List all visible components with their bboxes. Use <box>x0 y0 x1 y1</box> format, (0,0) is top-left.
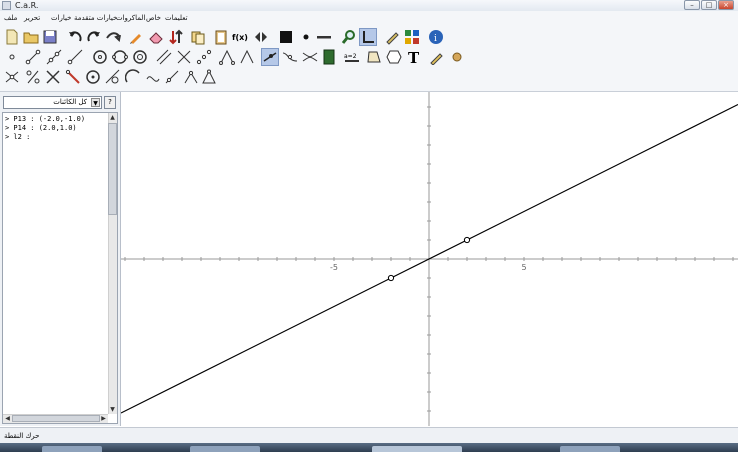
object-filter-value: كل الكائنات <box>53 98 87 106</box>
fixed-angle-icon[interactable] <box>239 49 255 65</box>
copy-icon[interactable] <box>190 29 206 45</box>
fixed-circle-icon[interactable] <box>132 49 148 65</box>
x-tick-label: -5 <box>330 263 338 272</box>
menu-edit[interactable]: تحرير <box>24 11 40 25</box>
brush-icon[interactable] <box>429 49 445 65</box>
point-p13[interactable] <box>387 274 395 282</box>
taskbar-item[interactable] <box>190 446 260 452</box>
object-filter-dropdown[interactable]: كل الكائنات ▼ <box>3 96 102 109</box>
clipboard-icon[interactable] <box>213 29 229 45</box>
move-point-icon[interactable] <box>261 48 279 66</box>
dot-icon[interactable] <box>298 29 314 45</box>
segment-tool-icon[interactable] <box>25 49 41 65</box>
orb-icon[interactable] <box>449 49 465 65</box>
midpoint-tool-icon[interactable] <box>196 49 212 65</box>
open-folder-icon[interactable] <box>23 29 39 45</box>
minimize-button[interactable]: – <box>684 0 700 10</box>
back-arrow-icon[interactable] <box>105 29 121 45</box>
equation-label: a=2 <box>344 53 357 60</box>
help-button[interactable]: ? <box>104 96 116 109</box>
sort-icon[interactable] <box>168 29 184 45</box>
list-item[interactable]: > l2 : <box>5 133 30 142</box>
formula-icon[interactable]: f(x) <box>232 29 248 45</box>
cross-tool-icon[interactable] <box>45 69 61 85</box>
perpendicular-tool-icon[interactable] <box>176 49 192 65</box>
taskbar <box>0 443 738 452</box>
thick-line-icon[interactable] <box>316 29 332 45</box>
taskbar-item[interactable] <box>42 446 102 452</box>
paint-icon[interactable] <box>128 29 144 45</box>
scroll-right-arrow[interactable]: ▶ <box>99 414 108 423</box>
x-tick-label: 5 <box>521 263 526 272</box>
list-item[interactable]: > P13 : (-2.0,-1.0) <box>5 115 85 124</box>
menu-options[interactable]: خيارات <box>51 11 72 25</box>
info-label: i <box>434 34 437 44</box>
polygon-outline-icon[interactable] <box>386 49 402 65</box>
list-item[interactable]: > P14 : (2.0,1.0) <box>5 124 77 133</box>
circle-3pt-icon[interactable] <box>112 49 128 65</box>
triangle-icon[interactable] <box>201 69 217 85</box>
intersection-icon[interactable] <box>4 69 20 85</box>
chevron-down-icon[interactable]: ▼ <box>91 98 100 107</box>
color-grid-icon[interactable] <box>404 29 420 45</box>
percent-line-icon[interactable] <box>25 69 41 85</box>
info-icon[interactable]: i <box>428 29 444 45</box>
hide-object-icon[interactable] <box>302 49 318 65</box>
object-list[interactable]: > P13 : (-2.0,-1.0) > P14 : (2.0,1.0) > … <box>2 112 118 424</box>
save-icon[interactable] <box>42 29 58 45</box>
close-button[interactable]: × <box>718 0 734 10</box>
axes-toggle-icon[interactable] <box>359 28 377 46</box>
ray-tool-icon[interactable] <box>67 49 83 65</box>
menu-help[interactable]: تعليمات <box>165 11 188 25</box>
scroll-left-arrow[interactable]: ◀ <box>3 414 12 423</box>
tangent-icon[interactable] <box>105 69 121 85</box>
new-file-icon[interactable] <box>4 29 20 45</box>
status-text: حرك النقطة <box>4 432 40 440</box>
vector-icon[interactable] <box>164 69 180 85</box>
zoom-icon[interactable] <box>341 29 357 45</box>
status-bar <box>0 427 738 444</box>
angle-tool-icon[interactable] <box>219 49 235 65</box>
point-tool-icon[interactable] <box>4 49 20 65</box>
horizontal-scroll-thumb[interactable] <box>12 415 100 422</box>
point-p14[interactable] <box>463 236 471 244</box>
black-square-icon[interactable] <box>278 29 294 45</box>
bisector-icon[interactable] <box>183 69 199 85</box>
scroll-up-arrow[interactable]: ▲ <box>108 113 117 122</box>
menu-file[interactable]: ملف <box>4 11 17 25</box>
geometry-plot[interactable]: -5 5 <box>120 92 738 426</box>
text-tool-label: T <box>408 49 420 65</box>
redo-icon[interactable] <box>86 29 102 45</box>
formula-label: f(x) <box>232 33 248 42</box>
menu-advanced[interactable]: خيارات متقدمة <box>74 11 117 25</box>
edit-object-icon[interactable] <box>282 49 298 65</box>
taskbar-item-active[interactable] <box>372 446 462 452</box>
maximize-button[interactable]: □ <box>701 0 717 10</box>
reflect-icon[interactable] <box>253 29 269 45</box>
parallel-tool-icon[interactable] <box>156 49 172 65</box>
text-tool-icon[interactable]: T <box>406 49 422 65</box>
circle-point-icon[interactable] <box>85 69 101 85</box>
app-icon <box>2 1 11 10</box>
scroll-down-arrow[interactable]: ▼ <box>108 405 117 414</box>
construction-canvas[interactable]: -5 5 <box>120 92 738 426</box>
eraser-icon[interactable] <box>148 29 164 45</box>
toolbar: f(x) i a=2 T <box>0 25 738 92</box>
window-title: C.a.R. <box>15 1 39 10</box>
book-icon[interactable] <box>321 49 337 65</box>
pencil-icon[interactable] <box>384 29 400 45</box>
line-tool-icon[interactable] <box>46 49 62 65</box>
menu-macros[interactable]: الماكروات <box>116 11 145 25</box>
vertical-scroll-thumb[interactable] <box>108 123 117 215</box>
polygon-tool-icon[interactable] <box>366 49 382 65</box>
arc-icon[interactable] <box>125 69 141 85</box>
menu-special[interactable]: خاص <box>146 11 161 25</box>
circle-tool-icon[interactable] <box>92 49 108 65</box>
taskbar-item[interactable] <box>560 446 620 452</box>
curve-icon[interactable] <box>145 69 161 85</box>
undo-icon[interactable] <box>67 29 83 45</box>
red-line-icon[interactable] <box>65 69 81 85</box>
equation-icon[interactable]: a=2 <box>344 49 360 65</box>
